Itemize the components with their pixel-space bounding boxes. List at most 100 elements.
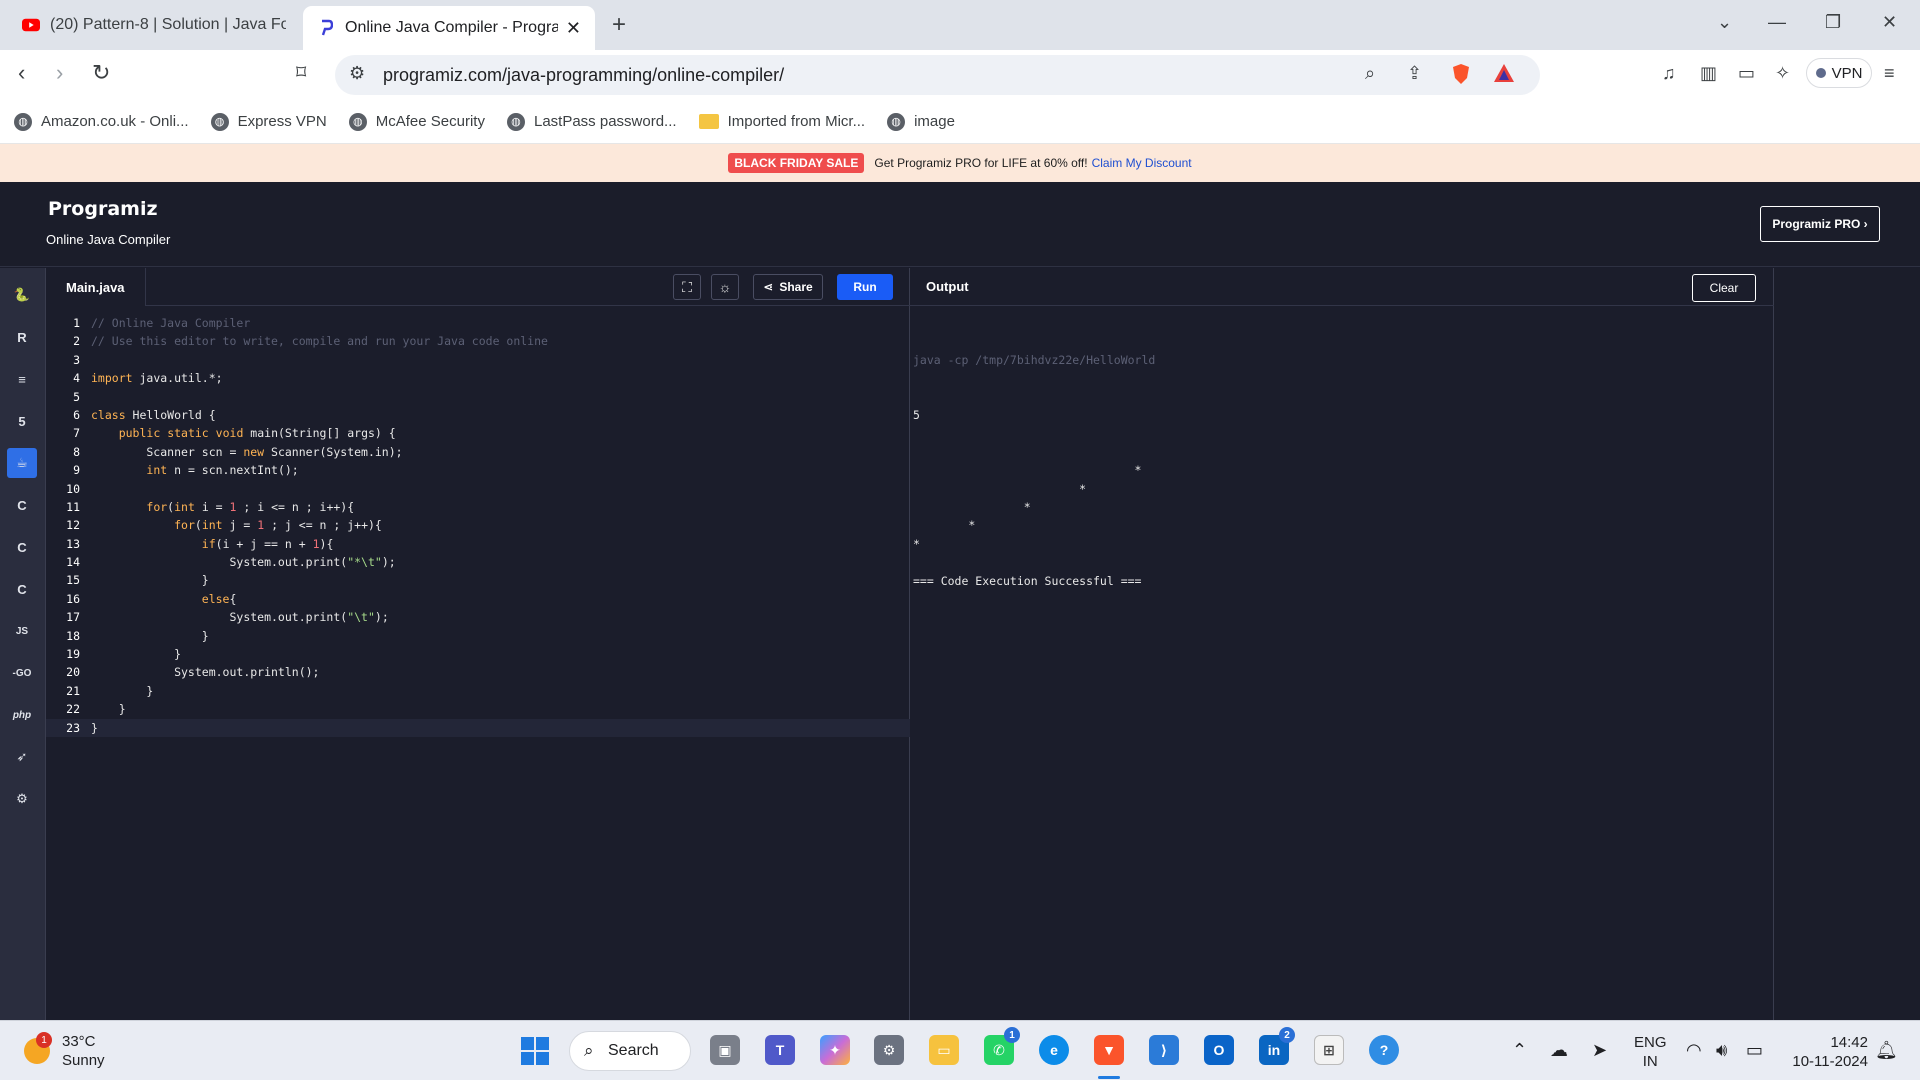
reload-icon[interactable]: ↻: [92, 60, 110, 86]
claim-discount-link[interactable]: Claim My Discount: [1092, 156, 1192, 170]
onedrive-icon[interactable]: ☁: [1550, 1040, 1568, 1061]
code-line[interactable]: 3: [46, 351, 910, 369]
output-console[interactable]: java -cp /tmp/7bihdvz22e/HelloWorld 5 * …: [913, 314, 1155, 627]
code-line[interactable]: 14 System.out.print("*\t");: [46, 553, 910, 571]
browser-tab-programiz[interactable]: Online Java Compiler - Program ✕: [303, 6, 595, 50]
php-icon[interactable]: php: [7, 700, 37, 730]
code-text[interactable]: }: [91, 700, 126, 718]
code-line[interactable]: 8 Scanner scn = new Scanner(System.in);: [46, 443, 910, 461]
whatsapp-icon[interactable]: ✆ 1: [984, 1027, 1020, 1065]
rust-icon[interactable]: ⚙: [7, 784, 37, 814]
url-text[interactable]: programiz.com/java-programming/online-co…: [383, 65, 784, 86]
code-line[interactable]: 4 import java.util.*;: [46, 369, 910, 387]
clear-button[interactable]: Clear: [1692, 274, 1756, 302]
theme-toggle-icon[interactable]: ☼: [711, 274, 739, 300]
code-line[interactable]: 1 // Online Java Compiler: [46, 314, 910, 332]
forward-icon[interactable]: ›: [56, 60, 63, 86]
language-indicator[interactable]: ENG IN: [1634, 1033, 1667, 1071]
close-window-icon[interactable]: ✕: [1882, 12, 1897, 33]
weather-widget[interactable]: 1 33°C Sunny: [24, 1032, 105, 1070]
code-line[interactable]: 17 System.out.print("\t");: [46, 608, 910, 626]
sql-icon[interactable]: ≡: [7, 364, 37, 394]
run-button[interactable]: Run: [837, 274, 893, 300]
code-line[interactable]: 18 }: [46, 627, 910, 645]
bookmark-icon[interactable]: ⌑: [296, 60, 306, 85]
site-info-icon[interactable]: ⚙: [349, 63, 365, 84]
show-hidden-icons-icon[interactable]: ⌃: [1512, 1040, 1527, 1061]
bookmark-item[interactable]: ◍ McAfee Security: [348, 112, 485, 131]
bookmark-item[interactable]: ◍ image: [887, 112, 955, 131]
edge-icon[interactable]: e: [1039, 1035, 1069, 1065]
new-tab-button[interactable]: +: [612, 11, 626, 39]
code-text[interactable]: class HelloWorld {: [91, 406, 216, 424]
go-icon[interactable]: -GO: [7, 658, 37, 688]
zoom-icon[interactable]: ⌕: [1365, 63, 1375, 84]
system-clock[interactable]: 14:42 10-11-2024: [1788, 1033, 1868, 1071]
code-text[interactable]: import java.util.*;: [91, 369, 223, 387]
taskbar-search[interactable]: ⌕ Search: [569, 1031, 691, 1071]
bookmark-item[interactable]: ◍ Express VPN: [210, 112, 327, 131]
brave-rewards-icon[interactable]: [1493, 63, 1515, 88]
code-text[interactable]: }: [91, 682, 153, 700]
fullscreen-icon[interactable]: ⛶: [673, 274, 701, 300]
close-tab-icon[interactable]: ✕: [566, 18, 581, 39]
copilot-icon[interactable]: ✦: [820, 1035, 850, 1065]
start-button[interactable]: [521, 1037, 549, 1065]
file-tab-main-java[interactable]: Main.java: [46, 268, 146, 306]
code-line[interactable]: 20 System.out.println();: [46, 663, 910, 681]
linkedin-icon[interactable]: in 2: [1259, 1027, 1295, 1065]
cpp-icon[interactable]: C: [7, 532, 37, 562]
browser-tab-youtube[interactable]: (20) Pattern-8 | Solution | Java Foun: [8, 6, 300, 44]
code-text[interactable]: System.out.print("\t");: [91, 608, 388, 626]
leo-ai-icon[interactable]: ✧: [1775, 63, 1790, 84]
code-text[interactable]: if(i + j == n + 1){: [91, 535, 334, 553]
vscode-icon[interactable]: ⟩: [1149, 1035, 1179, 1065]
share-button[interactable]: ⋖ Share: [753, 274, 823, 300]
notification-bell-icon[interactable]: 🔔︎: [1875, 1040, 1898, 1061]
html-icon[interactable]: 5: [7, 406, 37, 436]
store-icon[interactable]: ⊞: [1314, 1035, 1344, 1065]
code-line[interactable]: 13 if(i + j == n + 1){: [46, 535, 910, 553]
code-text[interactable]: int n = scn.nextInt();: [91, 461, 298, 479]
code-text[interactable]: for(int i = 1 ; i <= n ; i++){: [91, 498, 354, 516]
programiz-logo[interactable]: Programiz: [48, 198, 158, 220]
code-text[interactable]: else{: [91, 590, 237, 608]
code-line[interactable]: 5: [46, 388, 910, 406]
code-line[interactable]: 12 for(int j = 1 ; j <= n ; j++){: [46, 516, 910, 534]
code-line[interactable]: 7 public static void main(String[] args)…: [46, 424, 910, 442]
code-text[interactable]: // Online Java Compiler: [91, 314, 250, 332]
swift-icon[interactable]: ➶: [7, 742, 37, 772]
code-text[interactable]: public static void main(String[] args) {: [91, 424, 396, 442]
programiz-pro-button[interactable]: Programiz PRO ›: [1760, 206, 1880, 242]
brave-icon[interactable]: ▼: [1094, 1035, 1124, 1065]
volume-icon[interactable]: 🔊︎: [1716, 1040, 1727, 1061]
code-line[interactable]: 16 else{: [46, 590, 910, 608]
csharp-icon[interactable]: C: [7, 574, 37, 604]
code-line[interactable]: 21 }: [46, 682, 910, 700]
code-line[interactable]: 15 }: [46, 571, 910, 589]
task-view-icon[interactable]: ▣: [710, 1035, 740, 1065]
code-line[interactable]: 2 // Use this editor to write, compile an…: [46, 332, 910, 350]
code-text[interactable]: // Use this editor to write, compile and…: [91, 332, 548, 350]
code-line[interactable]: 22 }: [46, 700, 910, 718]
teams-icon[interactable]: T: [765, 1035, 795, 1065]
r-icon[interactable]: R: [7, 322, 37, 352]
code-text[interactable]: }: [91, 645, 181, 663]
vpn-button[interactable]: VPN: [1806, 58, 1872, 88]
address-bar[interactable]: ⚙ programiz.com/java-programming/online-…: [335, 55, 1540, 95]
code-line[interactable]: 11 for(int i = 1 ; i <= n ; i++){: [46, 498, 910, 516]
sidebar-icon[interactable]: ▥: [1700, 63, 1717, 84]
code-text[interactable]: Scanner scn = new Scanner(System.in);: [91, 443, 402, 461]
back-icon[interactable]: ‹: [18, 60, 25, 86]
tab-search-chevron-icon[interactable]: ⌄: [1717, 12, 1732, 33]
java-icon[interactable]: ☕: [7, 448, 37, 478]
python-icon[interactable]: 🐍: [7, 280, 37, 310]
help-icon[interactable]: ?: [1369, 1035, 1399, 1065]
share-page-icon[interactable]: ⇪: [1407, 63, 1422, 84]
code-line[interactable]: 6 class HelloWorld {: [46, 406, 910, 424]
wallet-icon[interactable]: ▭: [1738, 63, 1755, 84]
wifi-icon[interactable]: ◠: [1686, 1040, 1702, 1061]
battery-icon[interactable]: ▭: [1746, 1040, 1763, 1061]
media-icon[interactable]: ♫: [1662, 63, 1676, 84]
code-text[interactable]: }: [91, 627, 209, 645]
